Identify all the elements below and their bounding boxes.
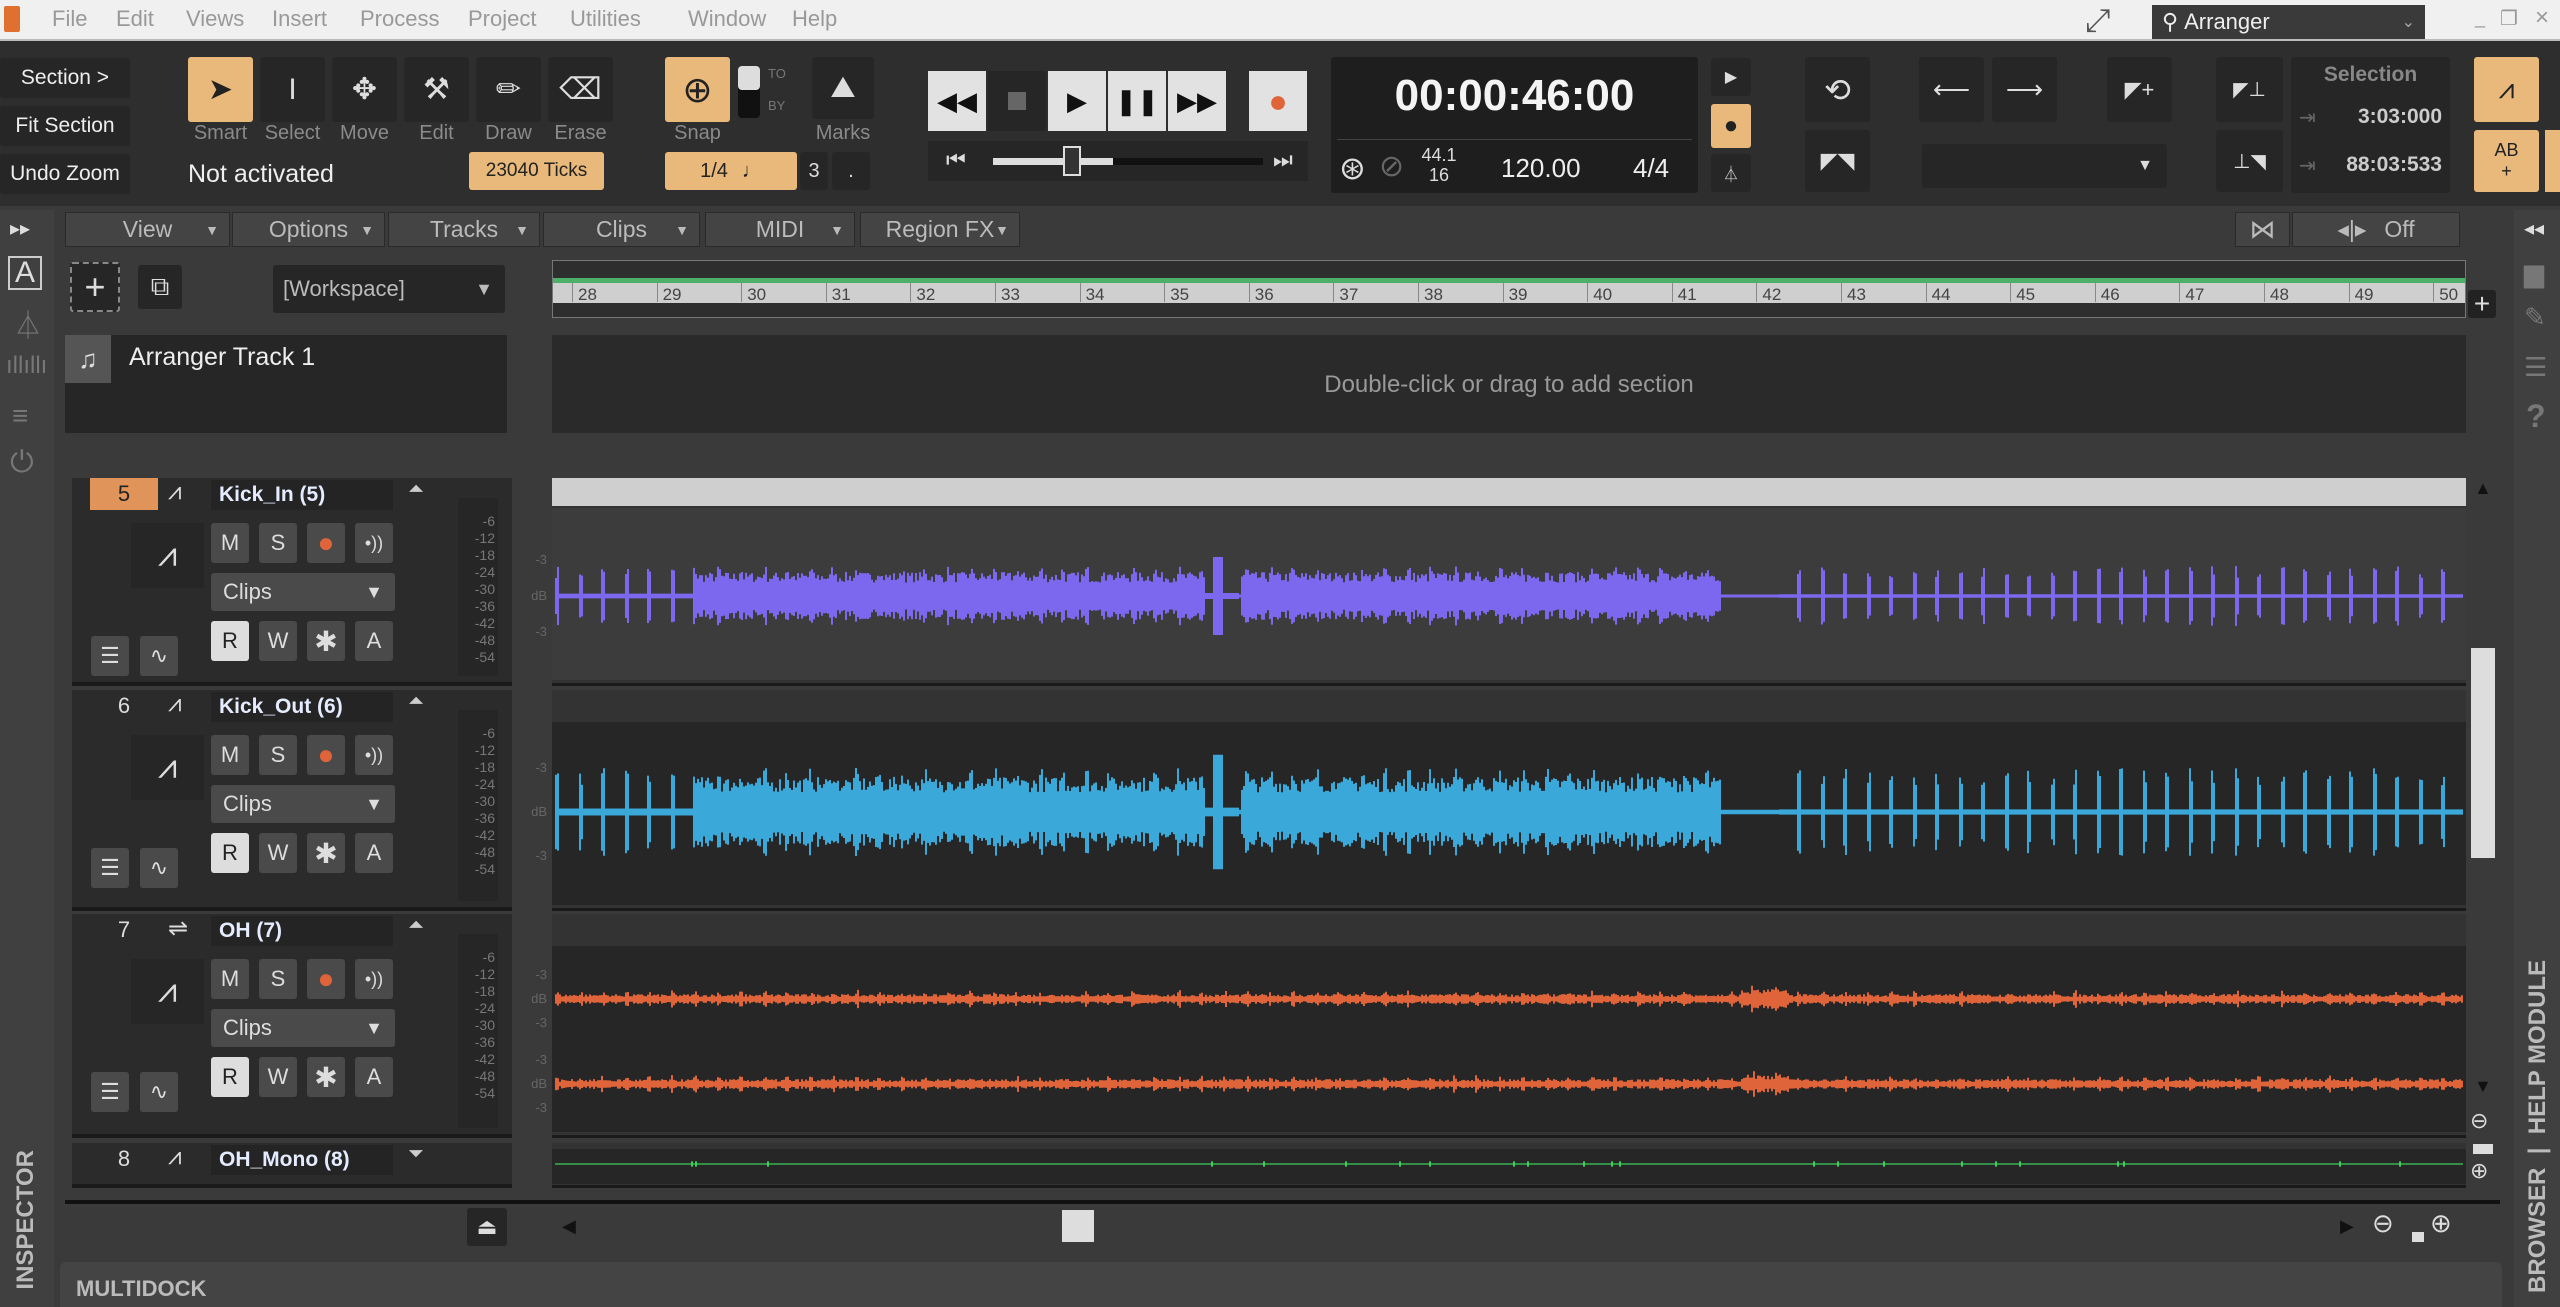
help-icon[interactable]: ?	[2526, 398, 2546, 435]
waveform	[555, 557, 2463, 635]
scroll-down-icon[interactable]: ▼	[2474, 1076, 2492, 1097]
notes-icon[interactable]: ☰	[2524, 352, 2547, 383]
plugin-icon[interactable]: ✎	[2524, 302, 2546, 333]
scroll-right-icon[interactable]: ▶	[2340, 1216, 2354, 1237]
browser-strip: ◂◂ ▆ ✎ ☰ ? BROWSER | HELP MODULE	[2514, 210, 2560, 1307]
h-scroll-thumb[interactable]	[1062, 1210, 1094, 1242]
zoom-out-vertical-icon[interactable]: ⊖	[2470, 1108, 2488, 1134]
waveform	[555, 985, 2463, 1013]
clips-waveforms[interactable]	[0, 0, 2560, 1307]
scroll-up-icon[interactable]: ▲	[2474, 478, 2492, 499]
zoom-in-vertical-icon[interactable]: ⊕	[2470, 1158, 2488, 1184]
waveform	[555, 1071, 2463, 1097]
horizontal-scrollbar[interactable]: ◀ ▶ ⊖ ⊕	[552, 1208, 2466, 1246]
waveform	[555, 754, 2463, 870]
multidock[interactable]: MULTIDOCK	[60, 1262, 2502, 1307]
scroll-thumb[interactable]	[2471, 648, 2495, 858]
folder-icon[interactable]: ▆	[2524, 258, 2544, 289]
multidock-label: MULTIDOCK	[76, 1276, 207, 1301]
expand-browser-icon[interactable]: ◂◂	[2524, 216, 2544, 241]
scroll-left-icon[interactable]: ◀	[562, 1216, 576, 1237]
zoom-out-horizontal-icon[interactable]: ⊖	[2372, 1208, 2394, 1239]
vertical-scrollbar[interactable]: ▲ ▼ ⊖ ⊕	[2468, 478, 2498, 1188]
browser-help-label[interactable]: BROWSER | HELP MODULE	[2524, 960, 2552, 1293]
zoom-in-horizontal-icon[interactable]: ⊕	[2430, 1208, 2452, 1239]
waveform	[555, 1161, 2463, 1167]
collapse-tracks-button[interactable]: ⏏	[467, 1208, 507, 1246]
